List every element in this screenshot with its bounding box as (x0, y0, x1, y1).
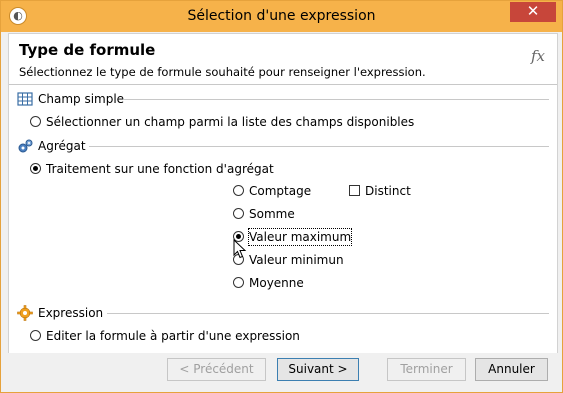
wizard-header: Type de formule Sélectionnez le type de … (9, 34, 557, 85)
section-divider (107, 313, 549, 314)
previous-button[interactable]: < Précédent (167, 358, 266, 381)
finish-button[interactable]: Terminer (387, 358, 466, 381)
mouse-cursor-icon (233, 239, 247, 259)
window-title: Sélection d'une expression (187, 8, 376, 24)
section-divider (89, 146, 549, 147)
radio-circle[interactable] (233, 208, 244, 219)
section-label: Agrégat (38, 139, 86, 153)
radio-label: Editer la formule à partir d'une express… (46, 329, 300, 343)
page-title: Type de formule (19, 41, 156, 59)
radio-label: Traitement sur une fonction d'agrégat (46, 162, 274, 176)
section-aggregate: Agrégat (17, 138, 549, 154)
cancel-button[interactable]: Annuler (475, 358, 548, 381)
page-subtitle: Sélectionnez le type de formule souhaité… (19, 65, 426, 79)
wizard-content: Type de formule Sélectionnez le type de … (8, 33, 558, 354)
section-label: Champ simple (38, 92, 125, 106)
radio-label: Valeur maximum (247, 228, 353, 246)
gears-icon (18, 139, 33, 153)
radio-circle[interactable] (30, 330, 41, 341)
section-label: Expression (38, 306, 104, 320)
gear-orange-icon (17, 305, 33, 321)
radio-circle[interactable] (233, 185, 244, 196)
checkbox-box[interactable] (349, 185, 360, 196)
fx-icon: fx (530, 47, 545, 65)
dialog-window: ◐ Sélection d'une expression ✕ Type de f… (0, 0, 563, 393)
radio-label: Valeur minimun (249, 253, 344, 267)
next-button[interactable]: Suivant > (277, 358, 359, 381)
radio-label: Somme (249, 207, 295, 221)
section-divider (123, 99, 549, 100)
radio-circle[interactable] (30, 163, 41, 174)
section-expression: Expression (17, 305, 549, 321)
radio-label: Sélectionner un champ parmi la liste des… (46, 115, 415, 129)
radio-label: Moyenne (249, 276, 304, 290)
radio-circle[interactable] (30, 116, 41, 127)
close-button[interactable]: ✕ (510, 2, 556, 22)
radio-circle[interactable] (233, 277, 244, 288)
radio-label: Comptage (249, 184, 312, 198)
section-simple-field: Champ simple (17, 91, 549, 107)
title-bar[interactable]: ◐ Sélection d'une expression ✕ (1, 1, 562, 32)
grid-icon (17, 92, 33, 106)
checkbox-label: Distinct (365, 184, 411, 198)
